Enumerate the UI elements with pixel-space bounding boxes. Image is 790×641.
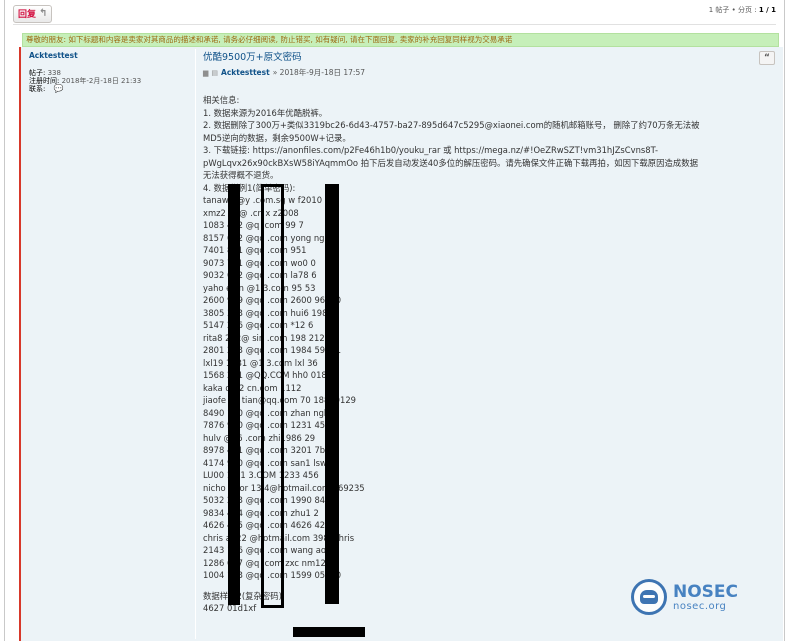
reply-label: 回复 [18,10,37,20]
poster-profile: Acktesttest 帖子: 338 注册时间: 2018年-2月-18日 2… [29,51,189,93]
redaction-bar [293,627,365,637]
by-icon: ▤ [211,68,219,77]
forum-frame: 回复 ↰ 1 帖子 • 分页 : 1 / 1 尊敬的朋友: 如下标题和内容是卖家… [4,0,785,641]
post-body-line: 2. 数据删除了300万+类似3319bc26-6d43-4757-ba27-8… [203,120,700,130]
pagination: 1 帖子 • 分页 : 1 / 1 [709,5,776,15]
post-body-line: 5032 293 @qq .com 1990 8405 [203,495,336,505]
post-body-line: 3805 373 @qq .com hui6 1989 [203,307,333,318]
joined-value: 2018年-2月-18日 21:33 [61,77,142,85]
post-body-line: yaho evin @1 3.com 95 53 [203,282,316,293]
post-body-line: 相关信息: [203,95,240,105]
toolbar-divider [13,24,776,25]
posts-value[interactable]: 338 [48,69,61,77]
post-body-line: hulv @16 .com zhi1986 29 [203,432,316,443]
post-body-line: 2801 283 @qq .com 1984 59831 [203,345,342,355]
post-body-line: pWgLqvx26x90ckBXsW58iYAqmmOo 拍下后发自动发送40多… [203,157,698,168]
post-body-line: 9032 662 @qq .com la78 6 [203,270,317,280]
nosec-logo-icon [631,579,667,615]
toolbar: 回复 ↰ [13,2,53,23]
profile-contact: 联系: 💬 [29,84,189,94]
post-body-line: 1. 数据来源为2016年优酷脱裤。 [203,107,328,118]
post-body-line: 4. 数据样例1(简单密码): [203,182,296,193]
reply-arrow-icon: ↰ [39,8,48,19]
post-body-line: LU00 1@1 3.COM 1233 456 [203,470,319,480]
post-title[interactable]: 优酷9500万+原文密码 [203,49,773,63]
post-body-line: 2143 186 @qq .com wang aoyu [203,545,337,555]
post-body-line: 1083 412 @q .com 99 7 [203,220,304,230]
post-body-line: 7401 801 @qq .com 951 [203,245,307,255]
post-meta: ▆ ▤ Acktesttest » 2018年-9月-18日 17:57 [203,67,773,78]
chat-bubble-icon[interactable]: 💬 [54,84,64,93]
watermark-domain: nosec.org [673,600,727,612]
quote-button[interactable]: “ [759,51,775,65]
post-body-line: 8157 612 @qq .com yong ng [203,232,325,243]
posts-label: 帖子: [29,69,46,77]
seller-notice-banner: 尊敬的朋友: 如下标题和内容是卖家对其商品的描述和承诺, 请务必仔细阅读, 防止… [22,33,779,47]
post-body-line: 1568 231 @QQ.COM hh0 018 [203,370,327,380]
post-body-line: 1286 617 @q .com zxc nm123 [203,557,332,568]
post-author[interactable]: Acktesttest [221,68,270,77]
reply-button[interactable]: 回复 ↰ [13,4,53,23]
post-body-line: 4626 425 @qq .com 4626 425 [203,520,331,530]
post-body-line: 9834 494 @qq .com zhu1 2 [203,507,319,518]
post-body-line: MD5逆向的数据，剩余9500W+记录。 [203,132,351,143]
post-body-line: 无法获得概不退货。 [203,170,279,180]
post-body-line: kaka d@2 cn.com 1112 [203,382,302,393]
post-timestamp: » 2018年-9月-18日 17:57 [272,68,365,77]
post-body-line: 3. 下载链接: https://anonfiles.com/p2Fe46h1b… [203,145,658,155]
redaction-bar [228,184,240,605]
pagination-current: 1 / 1 [758,6,776,14]
quote-icon: “ [764,53,770,63]
post-body-line: 9073 731 @qq .com wo0 0 [203,257,316,268]
profile-divider [195,49,196,639]
watermark-brand: NOSEC [673,581,739,602]
nosec-watermark: NOSEC nosec.org [631,575,751,619]
contact-label: 联系: [29,85,46,93]
profile-posts: 帖子: 338 [29,69,189,77]
post-body-line: 8978 401 @qq .com 3201 7biao [203,445,338,455]
post-body: 相关信息: 1. 数据来源为2016年优酷脱裤。 2. 数据删除了300万+类似33… [203,94,773,615]
post-body-line: 8490 170 @qq .com zhan nghui [203,407,337,418]
post-body-line: 2600 969 @qq .com 2600 96900 [203,295,342,305]
post-icon[interactable]: ▆ [203,69,208,77]
post-body-line: tanaw 6@y .com.sg w f2010 [203,195,323,205]
post-body-line: nicho swor 13 4@hotmail.com 269235 [203,482,365,493]
post-body-line: xmz2 08@ .cn x z2008 [203,207,299,218]
post-body-line: 5147 276 @qq .com *12 6 [203,320,314,330]
post-body-line: lxl19 1131 @1 3.com lxl 36 [203,357,318,368]
post-content: 优酷9500万+原文密码 ▆ ▤ Acktesttest » 2018年-9月-… [203,47,773,615]
profile-joined: 注册时间: 2018年-2月-18日 21:33 [29,77,189,85]
post-body-line: chris a422 @hotmail.com 3984chris [203,532,355,543]
post-body-line: jiaofe fei tian@qq.com 70 18870129 [203,395,356,405]
redaction-bar [325,184,339,604]
redaction-box [261,184,284,608]
post: Acktesttest 帖子: 338 注册时间: 2018年-2月-18日 2… [19,47,783,641]
pagination-text: 1 帖子 • 分页 : [708,6,759,14]
post-body-line: rita8 212@ sin .com 198 212rita [203,332,339,343]
post-body-line: 4174 930 @qq .com san1 lsw [203,457,327,468]
post-body-line: 7876 960 @qq .com 1231 456 [203,420,331,430]
poster-username[interactable]: Acktesttest [29,51,189,60]
